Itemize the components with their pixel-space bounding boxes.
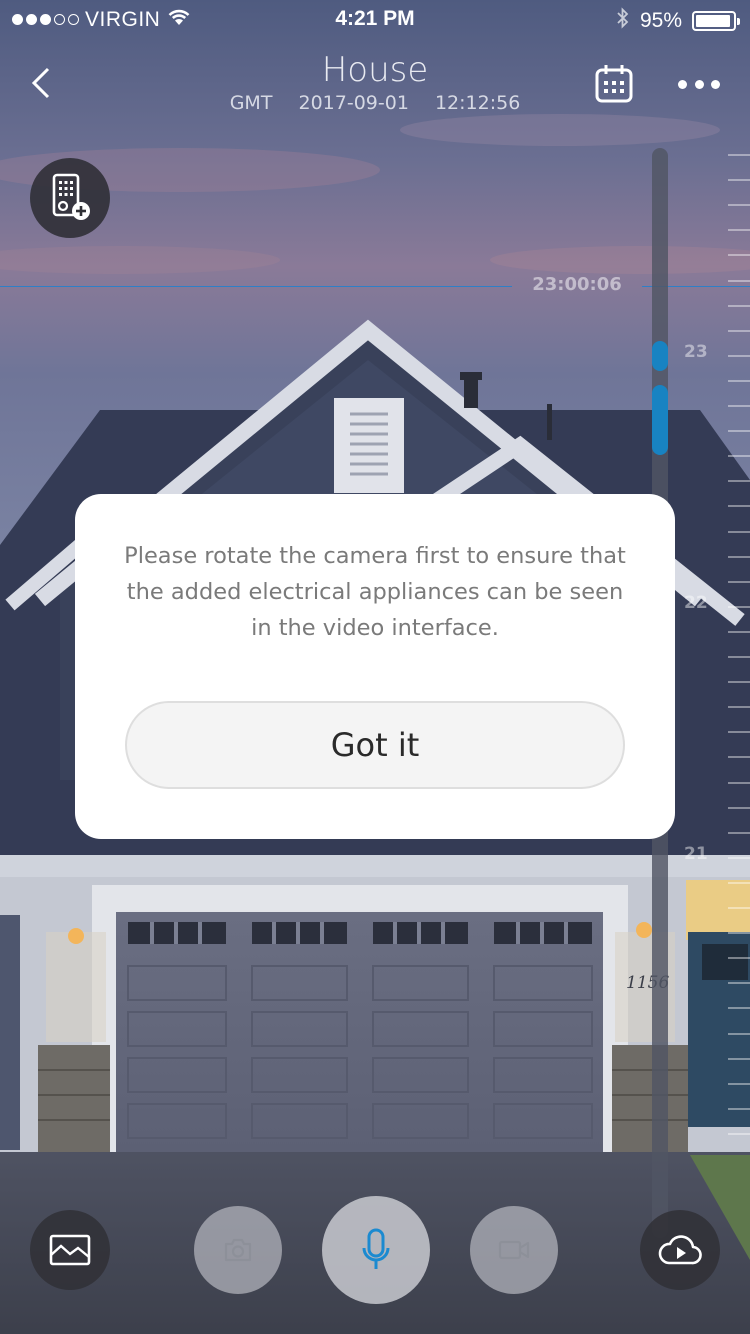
timeline-hour-label: 21 (684, 844, 708, 864)
got-it-button[interactable]: Got it (125, 701, 625, 789)
dialog-message: Please rotate the camera first to ensure… (124, 543, 626, 641)
microphone-icon (362, 1228, 390, 1269)
more-options-button[interactable] (672, 62, 726, 106)
battery-level (696, 15, 731, 27)
add-remote-button[interactable] (30, 158, 110, 238)
cloud-playback-button[interactable] (640, 1210, 720, 1290)
timeline-current-time: 23:00:06 (532, 274, 622, 295)
cloud-play-icon (658, 1235, 702, 1265)
video-camera-icon (498, 1240, 530, 1260)
landscape-icon (49, 1234, 91, 1266)
bluetooth-icon (616, 7, 630, 35)
snapshot-button[interactable] (194, 1206, 282, 1294)
more-dot-icon (711, 79, 720, 89)
video-timestamp: GMT 2017-09-01 12:12:56 (0, 92, 750, 114)
gallery-button[interactable] (30, 1210, 110, 1290)
page-title: House (321, 50, 429, 90)
remote-add-icon (52, 173, 90, 220)
timeline-current-line (0, 286, 512, 287)
talk-button[interactable] (322, 1196, 430, 1304)
date-label: 2017-09-01 (298, 92, 409, 114)
battery-icon (692, 11, 740, 31)
timeline-hour-label: 22 (684, 593, 708, 613)
battery-percent: 95% (639, 9, 682, 32)
clock-label: 12:12:56 (434, 92, 521, 114)
timezone-label: GMT (229, 92, 273, 114)
record-video-button[interactable] (470, 1206, 558, 1294)
timeline-hour-label: 23 (684, 342, 708, 362)
calendar-icon (595, 65, 633, 103)
status-bar: VIRGIN 4:21 PM 95% (0, 0, 750, 40)
recording-segment[interactable] (652, 341, 668, 371)
camera-icon (224, 1238, 252, 1262)
more-dot-icon (678, 79, 687, 89)
calendar-button[interactable] (592, 62, 636, 106)
rotate-camera-dialog: Please rotate the camera first to ensure… (75, 494, 675, 839)
more-dot-icon (694, 79, 704, 89)
recording-segment[interactable] (652, 385, 668, 455)
